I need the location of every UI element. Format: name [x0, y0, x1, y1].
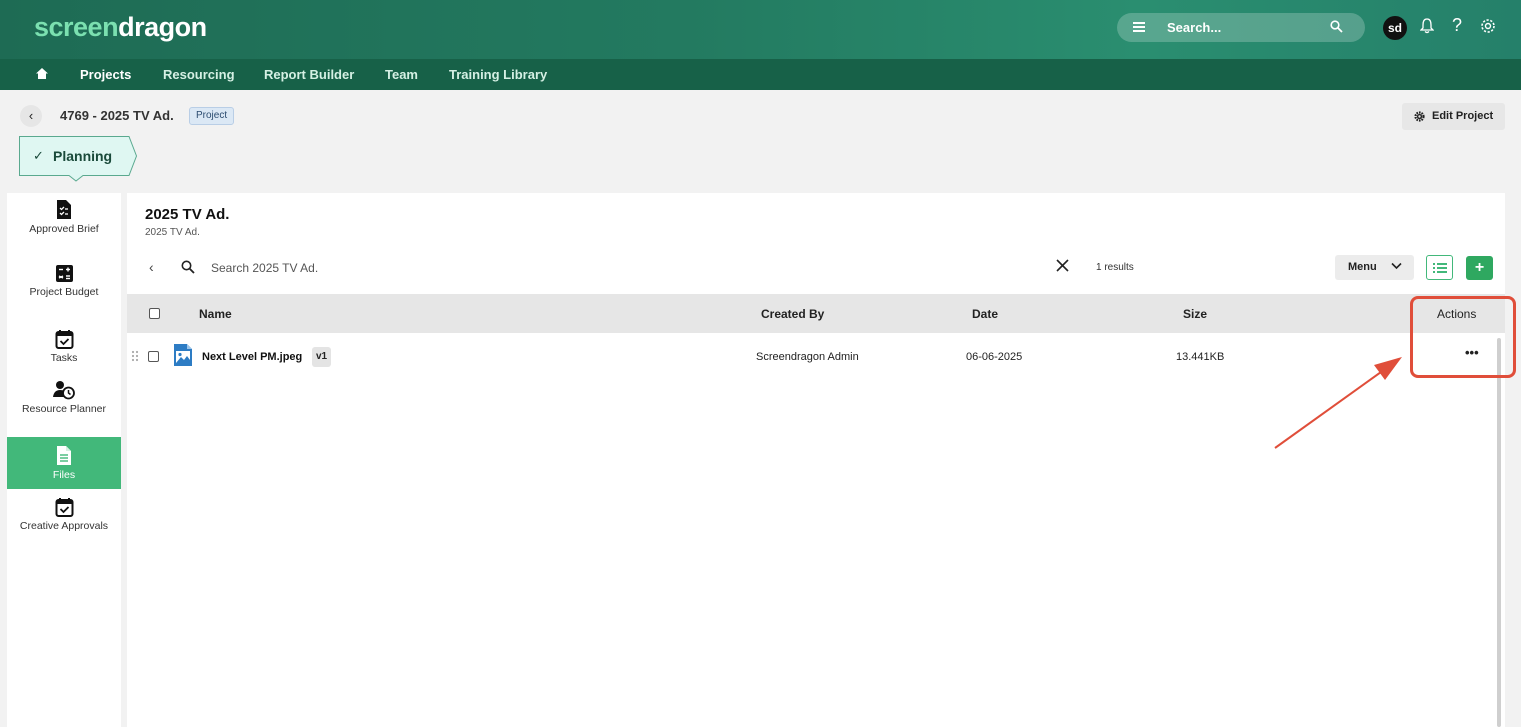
resource-icon [53, 381, 75, 400]
edit-project-button[interactable]: Edit Project [1402, 103, 1505, 130]
sidebar-item-files[interactable]: Files [7, 437, 121, 489]
brief-icon [57, 200, 71, 219]
project-sidebar: Approved Brief Project Budget Tasks Reso… [7, 193, 121, 727]
project-type-badge: Project [189, 107, 235, 125]
checkmark-icon: ✓ [33, 148, 44, 163]
column-header-created-by[interactable]: Created By [761, 307, 824, 321]
nav-training-library[interactable]: Training Library [449, 67, 547, 82]
home-icon[interactable] [35, 67, 49, 80]
file-icon [57, 446, 71, 465]
sidebar-item-label: Approved Brief [29, 223, 99, 235]
back-button[interactable]: ‹ [20, 105, 42, 127]
sidebar-item-resource-planner[interactable]: Resource Planner [7, 380, 121, 432]
column-header-size[interactable]: Size [1183, 307, 1207, 321]
file-name-link[interactable]: Next Level PM.jpeg [202, 351, 302, 363]
gear-icon [1414, 111, 1425, 122]
chevron-left-icon: ‹ [28, 108, 34, 123]
sidebar-item-creative-approvals[interactable]: Creative Approvals [7, 497, 121, 549]
tasks-icon [55, 330, 73, 349]
sidebar-item-label: Resource Planner [21, 403, 107, 415]
sidebar-item-label: Tasks [50, 352, 78, 364]
files-panel: 2025 TV Ad. 2025 TV Ad. ‹ 1 results Menu… [127, 193, 1505, 727]
annotation-arrow [1274, 357, 1402, 449]
hamburger-icon[interactable] [1133, 22, 1145, 32]
date-cell: 06-06-2025 [966, 351, 1023, 363]
approvals-icon [55, 498, 73, 517]
vertical-scrollbar[interactable] [1497, 338, 1501, 727]
sidebar-item-label: Files [52, 469, 76, 481]
version-badge: v1 [312, 347, 332, 367]
sidebar-item-label: Project Budget [29, 286, 99, 298]
created-by-cell: Screendragon Admin [756, 351, 859, 363]
list-view-button[interactable] [1426, 255, 1453, 280]
nav-projects[interactable]: Projects [80, 67, 131, 82]
list-view-icon [1433, 263, 1447, 273]
global-search-input[interactable]: Search... [1167, 20, 1221, 35]
menu-label: Menu [1348, 261, 1377, 273]
search-icon [181, 260, 195, 274]
main-nav: Projects Resourcing Report Builder Team … [0, 59, 1521, 90]
help-icon[interactable]: ? [1452, 15, 1462, 36]
budget-icon [55, 265, 73, 282]
column-header-name[interactable]: Name [199, 307, 232, 321]
row-checkbox[interactable] [148, 351, 159, 362]
app-logo[interactable]: screendragon [34, 12, 207, 43]
page-title: 2025 TV Ad. [145, 206, 230, 223]
top-bar: screendragon Search... sd ? [0, 0, 1521, 59]
column-header-date[interactable]: Date [972, 307, 998, 321]
nav-resourcing[interactable]: Resourcing [163, 67, 235, 82]
search-icon[interactable] [1330, 20, 1343, 33]
page-subtitle: 2025 TV Ad. [145, 227, 200, 238]
nav-report-builder[interactable]: Report Builder [264, 67, 354, 82]
sidebar-item-approved-brief[interactable]: Approved Brief [7, 199, 121, 257]
annotation-highlight-box [1410, 296, 1516, 378]
global-search[interactable]: Search... [1117, 13, 1365, 42]
sidebar-item-label: Creative Approvals [19, 520, 109, 532]
select-all-checkbox[interactable] [149, 308, 160, 319]
stage-planning[interactable]: ✓ Planning [19, 136, 138, 182]
folder-back-icon[interactable]: ‹ [149, 259, 154, 275]
chevron-down-icon [1391, 262, 1402, 270]
drag-handle-icon[interactable] [131, 350, 139, 362]
size-cell: 13.441KB [1176, 351, 1225, 363]
bell-icon[interactable] [1420, 18, 1434, 34]
settings-gear-icon[interactable] [1480, 18, 1496, 34]
nav-team[interactable]: Team [385, 67, 418, 82]
sidebar-item-project-budget[interactable]: Project Budget [7, 264, 121, 316]
files-search-input[interactable] [211, 257, 811, 279]
results-count: 1 results [1096, 262, 1134, 273]
sidebar-item-tasks[interactable]: Tasks [7, 329, 121, 369]
edit-project-label: Edit Project [1432, 110, 1494, 122]
table-header: Name Created By Date Size Actions [127, 294, 1505, 333]
image-file-icon [174, 344, 192, 366]
stage-label: Planning [53, 148, 113, 164]
avatar[interactable]: sd [1383, 16, 1407, 40]
project-title: 4769 - 2025 TV Ad. [60, 108, 174, 123]
clear-search-icon[interactable] [1056, 259, 1069, 272]
menu-dropdown-button[interactable]: Menu [1335, 255, 1414, 280]
add-file-button[interactable]: + [1466, 256, 1493, 280]
